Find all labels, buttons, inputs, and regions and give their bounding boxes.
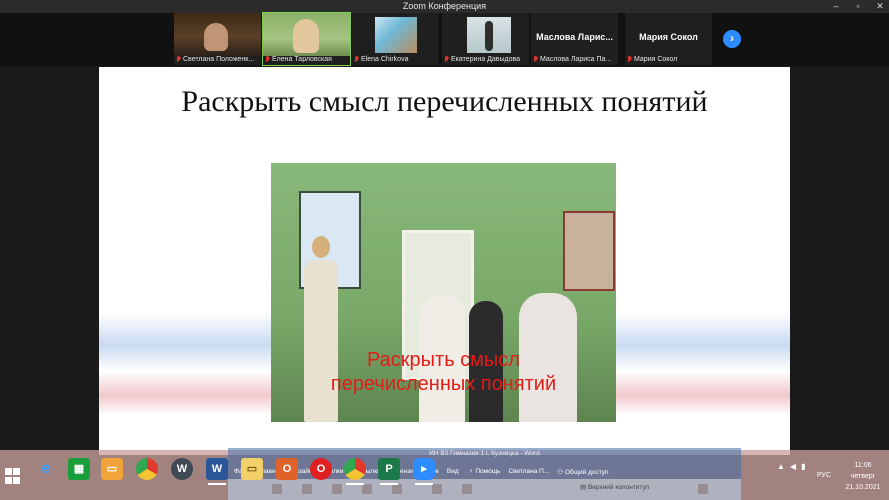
ribbon-tool-icon[interactable] <box>302 484 312 494</box>
volume-icon[interactable]: ◀ <box>790 462 796 471</box>
window-title: Zoom Конференция <box>402 1 487 11</box>
tray-icons: ▲ ◀ ▮ <box>777 462 805 471</box>
word-tab[interactable]: Дизайн <box>291 468 313 478</box>
show-hidden-icons[interactable]: ▲ <box>777 462 785 471</box>
participant-tile[interactable]: Elena Chirkova <box>352 13 439 65</box>
word-tab[interactable]: Рецензирование <box>389 468 439 478</box>
clock-day: четверг <box>850 473 876 480</box>
mic-muted-icon <box>627 55 632 63</box>
participant-tile-active-speaker[interactable]: Елена Тарловская <box>262 12 351 66</box>
files-icon[interactable]: ▭ <box>101 458 123 480</box>
participant-tile[interactable]: Светлана Положенк... <box>174 13 261 65</box>
shared-screen-slide: Раскрыть смысл перечисленных понятий Рас… <box>99 67 790 455</box>
ribbon-tool-icon[interactable] <box>362 484 372 494</box>
participant-name-label: Мария Сокол <box>627 54 710 64</box>
participant-video <box>352 13 439 56</box>
window-titlebar: Zoom Конференция – ▫ ✕ <box>0 0 889 13</box>
ribbon-tool-icon[interactable] <box>272 484 282 494</box>
clock-date: 21.10.2021 <box>845 484 881 491</box>
participant-video <box>174 13 261 56</box>
participant-tile[interactable]: Мария Сокол Мария Сокол <box>625 13 712 65</box>
ribbon-tool-icon[interactable] <box>392 484 402 494</box>
word-tab[interactable]: Главная <box>258 468 283 478</box>
mic-muted-icon <box>354 55 359 63</box>
word-tab[interactable]: Вид <box>447 468 459 478</box>
mic-muted-icon <box>176 55 181 63</box>
photo-caption-line1: Раскрыть смысл <box>367 349 520 371</box>
participant-tile[interactable]: Екатерина Давыдова <box>442 13 529 65</box>
participant-name-label: Светлана Положенк... <box>176 54 259 64</box>
photo-caption-line2: перечисленных понятий <box>330 373 557 395</box>
wordpress-icon[interactable]: W <box>171 458 193 480</box>
word-tab[interactable]: Рассылки <box>351 468 380 478</box>
windows-start-icon[interactable] <box>5 468 21 484</box>
word-title: ИН ВЗ Гимназия 1 г. Кузнецка - Word <box>429 450 540 457</box>
participant-video <box>442 13 529 56</box>
language-indicator[interactable]: РУС <box>817 472 831 479</box>
participant-name-label: Екатерина Давыдова <box>444 54 527 64</box>
ie-icon[interactable]: e <box>35 458 57 480</box>
profile-picture <box>375 17 417 53</box>
mic-muted-icon <box>265 55 270 63</box>
participant-tile[interactable]: Маслова Ларис... Маслова Лариса Па... <box>531 13 618 65</box>
word-share[interactable]: ⚇ Общий доступ <box>557 468 608 478</box>
participant-name-label: Маслова Лариса Па... <box>533 54 616 64</box>
mic-muted-icon <box>533 55 538 63</box>
ribbon-tool-icon[interactable] <box>432 484 442 494</box>
ribbon-header-item[interactable]: ▤ Верхний колонтитул <box>580 483 649 495</box>
ribbon-tool-icon[interactable] <box>462 484 472 494</box>
participant-strip: Светлана Положенк... Елена Тарловская El… <box>0 12 889 66</box>
participant-name-label: Елена Тарловская <box>265 54 348 64</box>
word-ribbon: ▤ Верхний колонтитул <box>228 479 741 500</box>
minimize-icon[interactable]: – <box>831 0 841 13</box>
participant-name-label: Elena Chirkova <box>354 54 437 64</box>
word-icon[interactable]: W <box>206 458 228 485</box>
maximize-icon[interactable]: ▫ <box>853 0 863 13</box>
word-tab[interactable]: Ссылки <box>321 468 344 478</box>
system-tray: ▲ ◀ ▮ РУС 11:06 четверг 21.10.2021 <box>769 450 889 500</box>
slide-photo: Раскрыть смысл перечисленных понятий <box>271 163 616 422</box>
word-ribbon-tabs: Файл Главная Дизайн Ссылки Рассылки Реце… <box>234 468 737 478</box>
photo-caption: Раскрыть смысл перечисленных понятий <box>271 348 616 396</box>
participant-video-frame <box>467 17 511 53</box>
ribbon-tool-icon[interactable] <box>332 484 342 494</box>
word-user[interactable]: Светлана П... <box>508 468 549 478</box>
participant-big-label: Мария Сокол <box>639 32 698 42</box>
store-icon[interactable]: ▦ <box>68 458 90 480</box>
clock[interactable]: 11:06 четверг 21.10.2021 <box>843 460 883 493</box>
next-page-button[interactable]: › <box>723 30 741 48</box>
wall-poster <box>563 211 615 291</box>
mic-muted-icon <box>444 55 449 63</box>
word-tab[interactable]: Файл <box>234 468 250 478</box>
participant-big-label: Маслова Ларис... <box>536 32 613 42</box>
network-icon[interactable]: ▮ <box>801 462 805 471</box>
word-window[interactable]: ИН ВЗ Гимназия 1 г. Кузнецка - Word Файл… <box>228 448 741 500</box>
clock-time: 11:06 <box>854 462 872 469</box>
chevron-right-icon: › <box>730 31 734 45</box>
participant-video <box>263 13 350 56</box>
close-icon[interactable]: ✕ <box>875 0 885 13</box>
chrome-icon[interactable] <box>136 458 158 480</box>
ribbon-tool-icon[interactable] <box>698 484 708 494</box>
window-controls: – ▫ ✕ <box>831 0 885 13</box>
word-tell-me[interactable]: ♀ Помощь <box>469 468 501 478</box>
slide-title: Раскрыть смысл перечисленных понятий <box>181 85 708 118</box>
